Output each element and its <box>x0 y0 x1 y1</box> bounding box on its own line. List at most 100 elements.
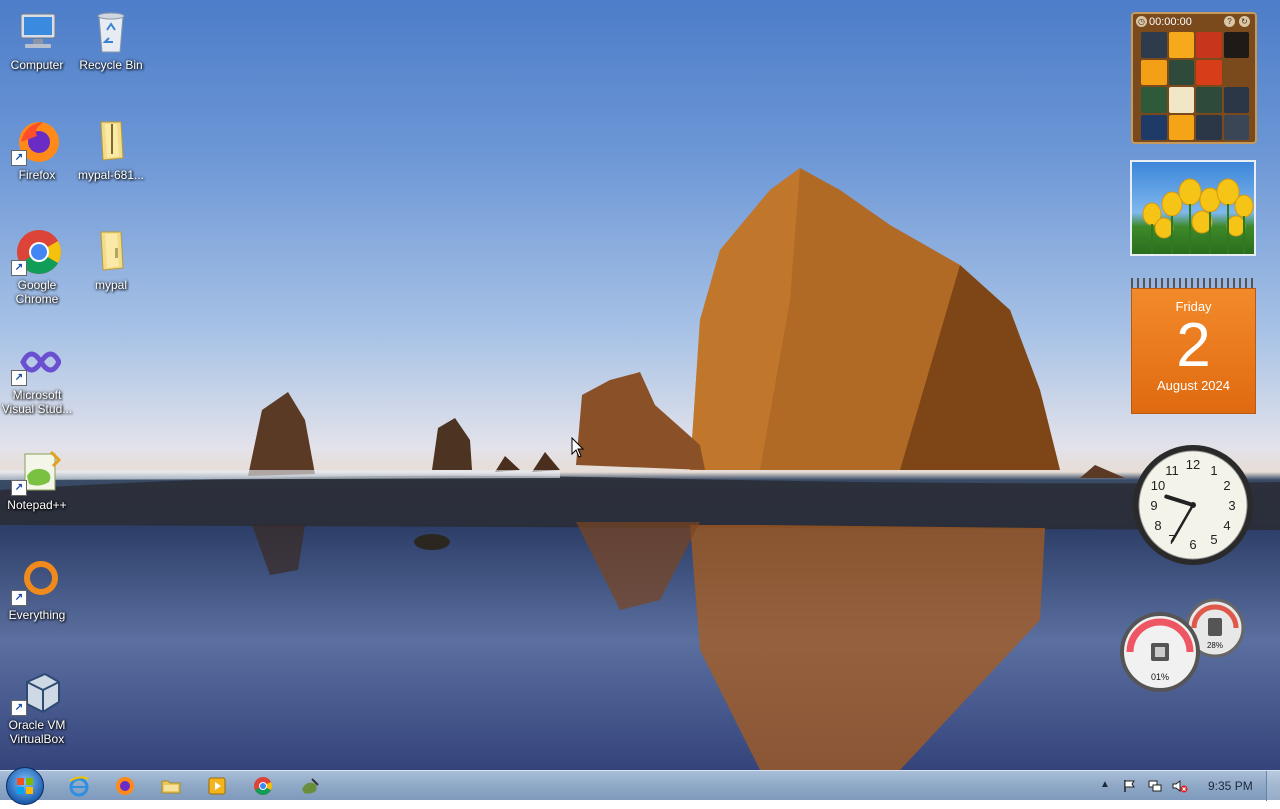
puzzle-tile[interactable] <box>1223 32 1249 58</box>
shortcut-arrow-icon: ↗ <box>11 700 27 716</box>
puzzle-tile[interactable] <box>1196 114 1222 140</box>
puzzle-tile[interactable] <box>1168 32 1194 58</box>
calendar-rings <box>1131 278 1256 288</box>
desktop-icon-google-chrome[interactable]: ↗ Google Chrome <box>0 228 74 306</box>
taskbar-pin-file-explorer[interactable] <box>160 775 182 797</box>
taskbar-pin-media-player[interactable] <box>206 775 228 797</box>
desktop-icon-mypal-folder[interactable]: mypal <box>74 228 148 292</box>
desktop-icon-everything[interactable]: ↗ Everything <box>0 558 74 622</box>
desktop-icon-visual-studio[interactable]: ↗ Microsoft Visual Stud... <box>0 338 74 416</box>
desktop-icon-notepad-plus-plus[interactable]: ↗ Notepad++ <box>0 448 74 512</box>
puzzle-grid[interactable] <box>1141 32 1249 140</box>
mouse-pointer-icon <box>571 436 585 464</box>
clock-numeral: 5 <box>1210 532 1217 547</box>
puzzle-tile[interactable] <box>1141 59 1167 85</box>
network-icon[interactable] <box>1148 779 1162 793</box>
help-icon[interactable]: ? <box>1224 16 1235 27</box>
tulips-photo <box>1142 178 1254 254</box>
taskbar-pin-firefox[interactable] <box>114 775 136 797</box>
puzzle-tile[interactable] <box>1141 87 1167 113</box>
puzzle-tile[interactable] <box>1223 114 1249 140</box>
calendar-page: Friday 2 August 2024 <box>1131 288 1256 414</box>
pause-icon[interactable]: ◷ <box>1136 16 1147 27</box>
notepad-plus-plus-icon: ↗ <box>11 448 62 496</box>
desktop-icon-label: Recycle Bin <box>79 58 143 72</box>
calendar-month-year: August 2024 <box>1156 378 1230 393</box>
desktop-icon-virtualbox[interactable]: ↗ Oracle VM VirtualBox <box>0 668 74 746</box>
taskbar-pin-notepad-plus-plus[interactable] <box>298 775 320 797</box>
clock-gadget[interactable]: 12 1 2 3 4 5 6 7 8 9 10 11 <box>1131 443 1255 567</box>
folder-icon <box>87 228 135 276</box>
calendar-gadget[interactable]: Friday 2 August 2024 <box>1131 278 1256 414</box>
shortcut-arrow-icon: ↗ <box>11 150 27 166</box>
shortcut-arrow-icon: ↗ <box>11 590 27 606</box>
cpu-meter-gadget[interactable]: 28% 01% <box>1118 598 1246 694</box>
desktop-icon-mypal-zip[interactable]: mypal-681... <box>74 118 148 182</box>
puzzle-tile[interactable] <box>1168 87 1194 113</box>
puzzle-timer: 00:00:00 <box>1149 16 1192 28</box>
desktop-icon-label: Firefox <box>18 168 56 182</box>
clock-numeral: 3 <box>1228 498 1235 513</box>
desktop-icon-firefox[interactable]: ↗ Firefox <box>0 118 74 182</box>
show-desktop-button[interactable] <box>1266 771 1280 801</box>
desktop-icon-label: Computer <box>10 58 64 72</box>
taskbar-clock[interactable]: 9:35 PM <box>1208 779 1253 793</box>
picture-puzzle-gadget[interactable]: ◷ 00:00:00 ? ↻ <box>1131 12 1257 144</box>
notepad-plus-plus-icon <box>302 778 319 794</box>
desktop-icon-label: mypal-681... <box>77 168 145 182</box>
clock-numeral: 4 <box>1223 518 1230 533</box>
puzzle-tile[interactable] <box>1168 114 1194 140</box>
visual-studio-icon: ↗ <box>11 338 62 386</box>
firefox-icon: ↗ <box>11 118 61 166</box>
taskbar-pin-chrome[interactable] <box>252 775 274 797</box>
desktop-wallpaper <box>0 0 1280 800</box>
puzzle-tile[interactable] <box>1196 32 1222 58</box>
desktop-icon-label: mypal <box>94 278 127 292</box>
taskbar: ▲ 9:35 PM <box>0 767 1280 805</box>
puzzle-tile[interactable] <box>1223 87 1249 113</box>
puzzle-tile[interactable] <box>1141 114 1167 140</box>
desktop-icon-label: Notepad++ <box>7 498 67 512</box>
shortcut-arrow-icon: ↗ <box>11 480 27 496</box>
computer-icon <box>13 8 61 56</box>
clock-numeral: 12 <box>1186 457 1200 472</box>
shuffle-icon[interactable]: ↻ <box>1239 16 1250 27</box>
cpu-percent: 01% <box>1151 672 1169 682</box>
slideshow-gadget[interactable] <box>1130 160 1256 256</box>
shortcut-arrow-icon: ↗ <box>11 370 27 386</box>
memory-percent: 28% <box>1207 641 1223 650</box>
puzzle-tile[interactable] <box>1196 87 1222 113</box>
clock-numeral: 11 <box>1165 463 1179 478</box>
taskbar-pin-internet-explorer[interactable] <box>68 775 90 797</box>
media-player-icon <box>208 777 226 795</box>
calendar-day: 2 <box>1176 311 1211 380</box>
volume-muted-icon[interactable] <box>1172 779 1188 793</box>
clock-numeral: 1 <box>1210 463 1217 478</box>
clock-numeral: 8 <box>1154 518 1161 533</box>
puzzle-toolbar: ◷ 00:00:00 ? ↻ <box>1133 14 1255 30</box>
internet-explorer-icon <box>69 776 89 797</box>
recycle-bin-icon <box>87 8 135 56</box>
puzzle-tile[interactable] <box>1141 32 1167 58</box>
desktop-icon-label: Oracle VM VirtualBox <box>8 718 66 746</box>
chrome-icon: ↗ <box>11 228 61 276</box>
show-hidden-icons-arrow-icon[interactable]: ▲ <box>1100 779 1114 793</box>
desktop-icon-computer[interactable]: Computer <box>0 8 74 72</box>
virtualbox-icon: ↗ <box>11 668 61 716</box>
start-button[interactable] <box>6 767 44 805</box>
clock-numeral: 10 <box>1151 478 1165 493</box>
everything-search-icon: ↗ <box>11 558 61 606</box>
clock-numeral: 6 <box>1189 537 1196 552</box>
windows-logo-icon <box>17 778 33 794</box>
puzzle-tile[interactable] <box>1223 59 1249 85</box>
desktop-icon-recycle-bin[interactable]: Recycle Bin <box>74 8 148 72</box>
clock-numeral: 2 <box>1223 478 1230 493</box>
puzzle-tile[interactable] <box>1196 59 1222 85</box>
folder-icon <box>161 780 181 794</box>
chrome-icon <box>254 777 272 795</box>
clock-numeral: 9 <box>1150 498 1157 513</box>
zip-folder-icon <box>87 118 135 166</box>
action-center-flag-icon[interactable] <box>1122 779 1136 793</box>
puzzle-tile[interactable] <box>1168 59 1194 85</box>
desktop-icon-label: Microsoft Visual Stud... <box>1 388 73 416</box>
